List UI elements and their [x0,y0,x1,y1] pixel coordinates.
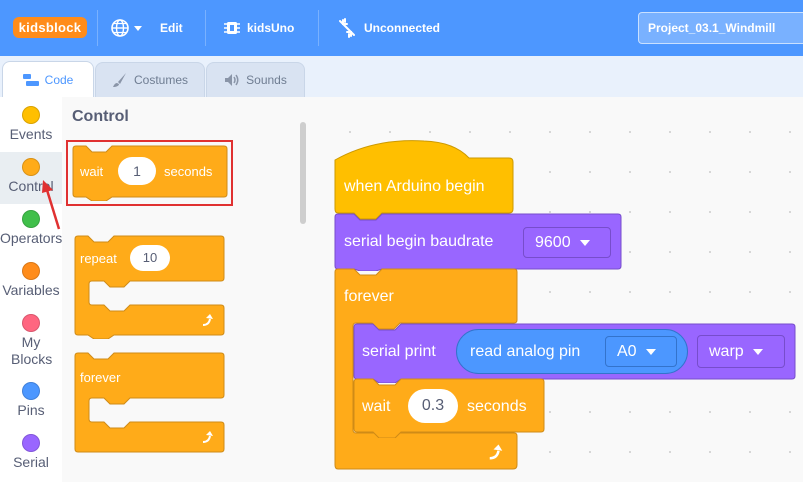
category-pins[interactable]: Pins [0,376,62,428]
code-icon [22,73,39,86]
baudrate-dropdown[interactable]: 9600 [523,227,611,258]
brush-icon [112,72,128,88]
kidsblock-logo[interactable]: kidsblock [13,17,87,38]
loop-arrow-icon [486,442,506,467]
menu-divider [318,10,319,46]
speaker-icon [224,73,240,87]
board-selector[interactable]: kidsUno [223,0,294,56]
when-arduino-begin-block[interactable]: when Arduino begin [334,140,515,220]
category-label: My Blocks [11,334,53,367]
print-mode-dropdown[interactable]: warp [697,335,785,368]
serial-color-dot [22,434,40,452]
seconds-label: seconds [467,398,527,415]
serial-begin-label: serial begin baudrate [344,233,494,250]
menu-divider [205,10,206,46]
tab-costumes[interactable]: Costumes [95,62,205,97]
connection-label: Unconnected [364,21,441,35]
edit-menu[interactable]: Edit [160,0,183,56]
palette-section-title: Control [72,108,129,125]
forever-label: forever [80,370,121,385]
chevron-down-icon [645,348,656,355]
hat-block-label: when Arduino begin [344,178,485,195]
edit-menu-label: Edit [160,21,183,35]
tab-sounds[interactable]: Sounds [206,62,305,97]
control-color-dot [22,158,40,176]
language-menu[interactable] [110,0,142,56]
tab-code-label: Code [44,72,74,87]
tab-code[interactable]: Code [2,61,94,97]
my-blocks-color-dot [22,314,40,332]
category-label: Events [9,126,53,142]
connection-status[interactable]: Unconnected [337,0,440,56]
wait-block[interactable]: wait 0.3 seconds [353,378,546,438]
category-variables[interactable]: Variables [0,256,62,308]
reporter-label: read analog pin [470,343,581,360]
forever-loop-label: forever [344,288,394,305]
palette-repeat-block[interactable]: repeat 10 [74,235,226,339]
palette-scrollbar[interactable] [300,122,306,224]
baudrate-value: 9600 [535,233,571,251]
board-label: kidsUno [247,21,295,35]
category-list: Events Control Operators Variables My Bl… [0,97,63,482]
category-label: Pins [17,402,45,418]
pin-value: A0 [617,342,637,360]
wait-label: wait [362,398,391,415]
chevron-down-icon [579,239,590,246]
repeat-label: repeat [80,251,117,266]
project-title-input[interactable]: Project_03.1_Windmill [638,12,803,44]
menu-bar: kidsblock Edit kidsUno Unconnected Proje… [0,0,803,56]
serial-print-block[interactable]: serial print read analog pin A0 warp [353,323,797,383]
serial-print-label: serial print [362,343,436,360]
category-label: Serial [13,454,49,470]
repeat-count-input[interactable]: 10 [130,245,170,271]
chevron-down-icon [752,348,763,355]
variables-color-dot [22,262,40,280]
pins-color-dot [22,382,40,400]
category-my-blocks[interactable]: My Blocks [0,308,62,376]
palette-forever-block[interactable]: forever [74,352,226,456]
category-label: Variables [2,282,60,298]
pin-dropdown[interactable]: A0 [605,336,677,367]
tab-costumes-label: Costumes [133,73,189,87]
loop-arrow-icon [200,429,216,450]
category-events[interactable]: Events [0,100,62,152]
chevron-down-icon [134,25,142,31]
category-serial[interactable]: Serial [0,428,62,480]
highlight-box [66,140,233,206]
print-mode-value: warp [709,342,744,360]
chip-icon [223,19,241,37]
read-analog-pin-reporter[interactable]: read analog pin A0 [456,329,688,374]
globe-icon [110,18,130,38]
unconnected-icon [337,18,357,38]
wait-seconds-input[interactable]: 0.3 [408,389,458,423]
menu-divider [97,10,98,46]
loop-arrow-icon [200,312,216,333]
tab-sounds-label: Sounds [246,73,287,87]
serial-begin-block[interactable]: serial begin baudrate 9600 [334,213,623,271]
events-color-dot [22,106,40,124]
